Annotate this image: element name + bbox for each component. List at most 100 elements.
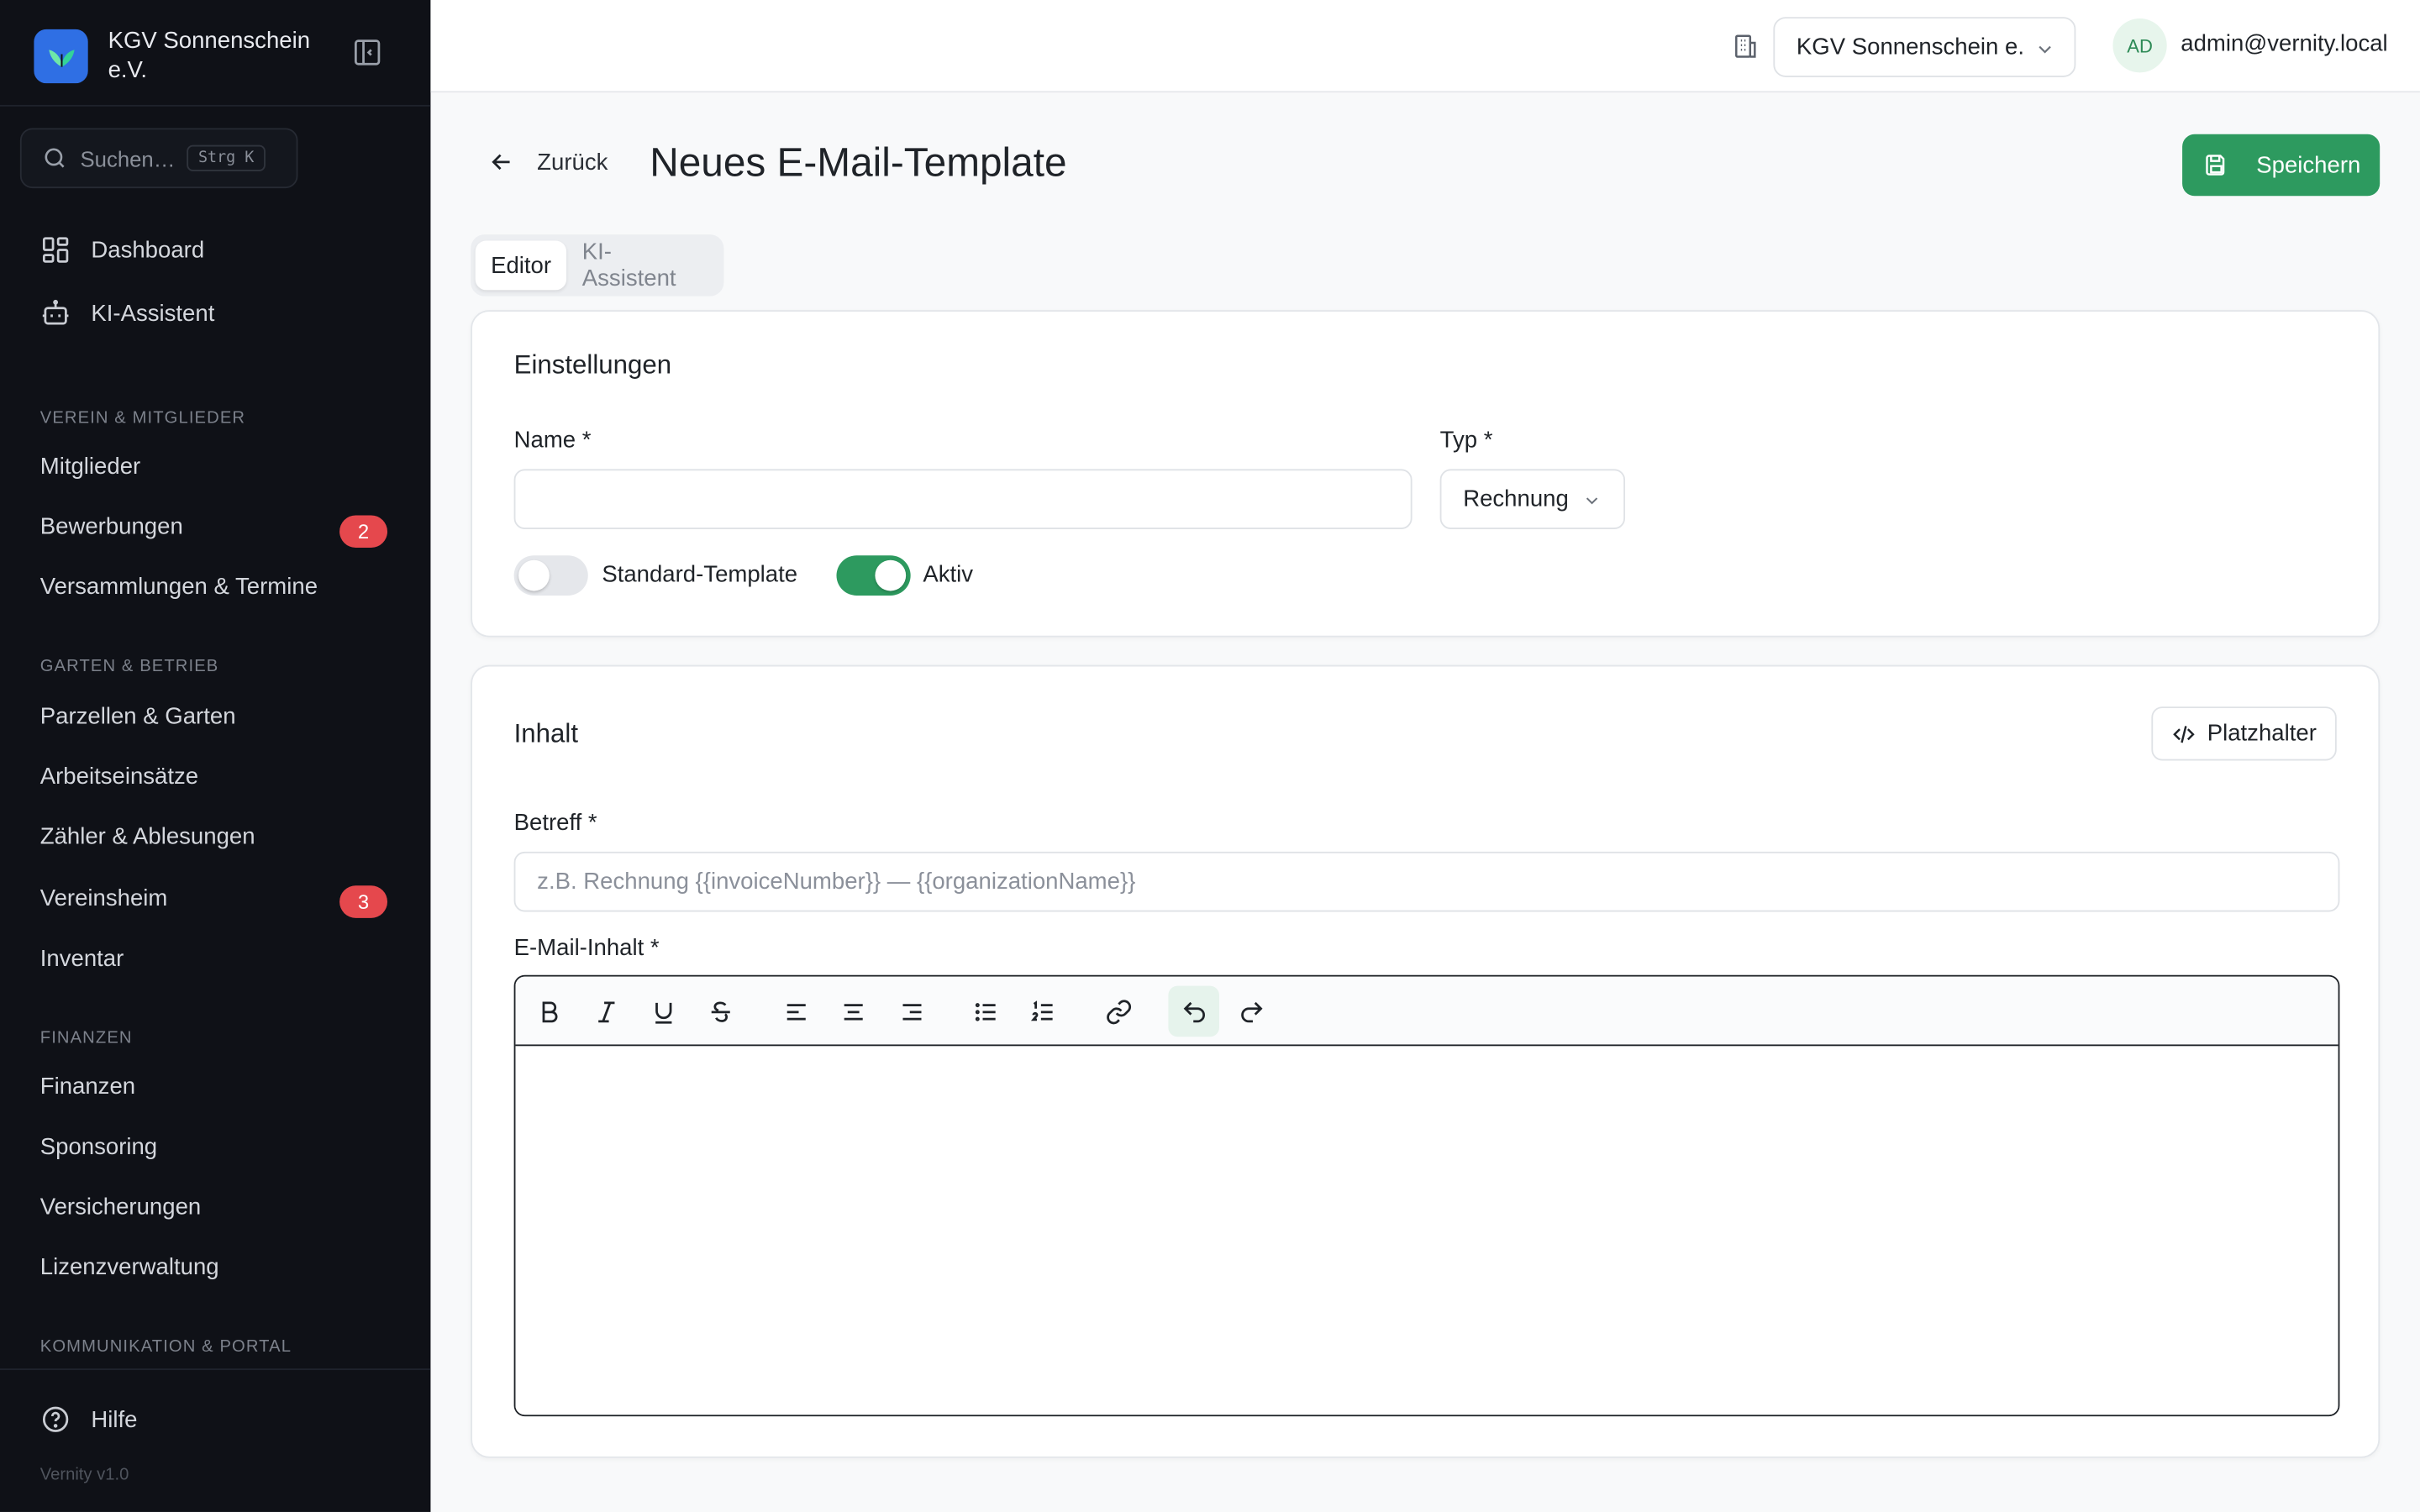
save-button[interactable]: Speichern [2182,134,2381,197]
tab-list: Editor KI-Assistent [471,234,724,297]
sidebar-item-sponsoring[interactable]: Sponsoring [40,1134,157,1160]
search-shortcut: Strg K [187,144,266,171]
type-label: Typ * [1439,427,1493,454]
strikethrough-icon [710,1000,729,1021]
sidebar-item-dashboard[interactable]: Dashboard [40,234,204,265]
save-label: Speichern [2256,151,2361,179]
code-icon [2173,725,2195,743]
placeholder-button-label: Platzhalter [2207,720,2317,747]
content-card: Inhalt Platzhalter Betreff * z.B. Rechnu… [471,664,2381,1458]
chevron-down-icon [1586,497,1598,505]
align-right-button[interactable] [886,986,937,1037]
align-center-button[interactable] [827,986,878,1037]
robot-icon [42,299,69,325]
sidebar-item-ki-assistent[interactable]: KI-Assistent [40,297,215,328]
sidebar-item-inventar[interactable]: Inventar [40,946,124,972]
bold-button[interactable] [523,986,575,1037]
search-placeholder: Suchen… [80,145,176,171]
search-icon [45,148,65,168]
standard-template-toggle[interactable] [513,555,588,596]
topbar: KGV Sonnenschein e. AD admin@vernity.loc… [430,0,2420,93]
name-field[interactable] [513,469,1413,529]
link-button[interactable] [1092,986,1144,1037]
align-left-button[interactable] [771,986,822,1037]
ordered-list-icon [1029,1000,1052,1021]
section-heading: VEREIN & MITGLIEDER [39,408,246,428]
type-select-value: Rechnung [1463,486,1569,512]
count-badge: 2 [339,515,388,549]
save-icon [2206,155,2225,176]
leaf-logo-icon [34,28,88,83]
count-badge: 3 [339,885,388,918]
name-label: Name * [513,427,592,454]
underline-button[interactable] [638,986,689,1037]
sidebar-item-zaehler[interactable]: Zähler & Ablesungen [40,824,255,850]
arrow-left-icon [492,154,510,171]
sidebar-item-help[interactable]: Hilfe [40,1404,138,1435]
undo-icon [1182,1000,1205,1022]
ordered-list-button[interactable] [1017,986,1068,1037]
strikethrough-button[interactable] [695,986,746,1037]
divider [0,104,431,107]
chevron-down-icon [2039,45,2051,54]
type-select[interactable]: Rechnung [1439,469,1626,529]
align-left-icon [786,1003,805,1020]
sidebar-item-lizenzverwaltung[interactable]: Lizenzverwaltung [40,1254,219,1280]
subject-label: Betreff * [513,810,597,837]
underline-icon [655,1001,671,1023]
sidebar: KGV Sonnenschein e.V. Suchen… Strg K Das… [0,0,431,1512]
back-button[interactable]: Zurück [487,148,608,176]
avatar[interactable]: AD [2112,18,2167,73]
collapse-sidebar-icon[interactable] [352,37,383,68]
sidebar-item-vereinsheim[interactable]: Vereinsheim [40,885,168,911]
bullet-list-icon [974,1002,995,1021]
section-heading: KOMMUNIKATION & PORTAL [39,1337,292,1357]
search-input[interactable]: Suchen… Strg K [19,128,298,189]
editor-toolbar [515,976,2338,1047]
section-heading: GARTEN & BETRIEB [39,657,219,676]
toggle-knob [875,559,907,591]
sidebar-item-arbeitseinsaetze[interactable]: Arbeitseinsätze [40,764,198,790]
sidebar-item-finanzen[interactable]: Finanzen [40,1074,135,1100]
sidebar-item-bewerbungen[interactable]: Bewerbungen [40,514,183,540]
tab-ki-assistent[interactable]: KI-Assistent [566,239,718,291]
sidebar-item-parzellen[interactable]: Parzellen & Garten [40,704,236,730]
page-title: Neues E-Mail-Template [650,139,1067,186]
undo-button[interactable] [1168,985,1219,1037]
organization-select[interactable]: KGV Sonnenschein e. [1773,17,2076,77]
user-email[interactable]: admin@vernity.local [2181,31,2387,57]
subject-field[interactable]: z.B. Rechnung {{invoiceNumber}} — {{orga… [513,851,2340,912]
back-label: Zurück [537,149,608,176]
placeholder-button[interactable]: Platzhalter [2151,706,2337,761]
toggle-knob [518,559,550,591]
redo-icon [1240,1000,1262,1022]
organization-select-value: KGV Sonnenschein e. [1796,34,2025,60]
divider [0,1368,431,1370]
brand[interactable]: KGV Sonnenschein e.V. [34,24,404,86]
sidebar-item-label: Dashboard [91,236,205,264]
sidebar-item-versicherungen[interactable]: Versicherungen [40,1194,201,1221]
align-center-icon [843,1003,862,1020]
sidebar-item-label: Hilfe [91,1406,138,1433]
italic-icon [597,1000,614,1022]
link-icon [1106,999,1131,1024]
active-toggle[interactable] [836,555,911,596]
tab-editor[interactable]: Editor [475,240,567,291]
redo-button[interactable] [1225,986,1276,1037]
standard-template-label: Standard-Template [602,561,798,588]
sidebar-item-label: KI-Assistent [91,300,215,327]
align-right-icon [902,1003,921,1020]
bullet-list-button[interactable] [960,986,1011,1037]
sidebar-item-mitglieder[interactable]: Mitglieder [40,454,140,480]
sidebar-item-versammlungen[interactable]: Versammlungen & Termine [40,574,318,600]
rich-text-editor[interactable] [513,974,2340,1417]
help-circle-icon [42,1406,69,1432]
building-icon [1735,34,1756,58]
italic-button[interactable] [581,986,632,1037]
org-name: KGV Sonnenschein e.V. [108,28,311,84]
editor-body[interactable] [515,1046,2338,1415]
settings-title: Einstellungen [513,349,672,380]
version-label: Vernity v1.0 [39,1465,129,1484]
body-label: E-Mail-Inhalt * [513,935,660,962]
subject-placeholder: z.B. Rechnung {{invoiceNumber}} — {{orga… [537,869,1136,895]
